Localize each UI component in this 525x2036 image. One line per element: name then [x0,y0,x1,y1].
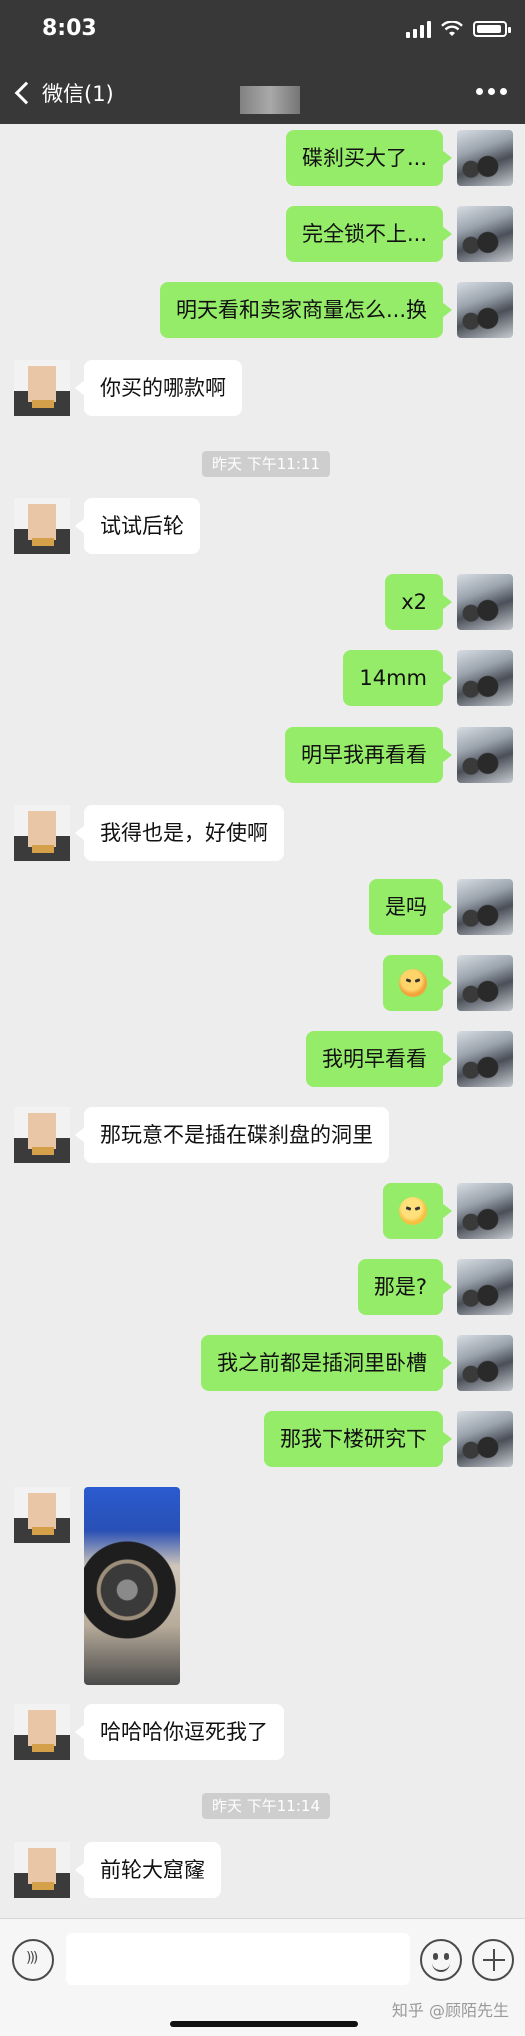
message-bubble-incoming[interactable]: 那玩意不是插在碟刹盘的洞里 [75,1107,389,1163]
frowning-face-emoji [399,1197,427,1225]
status-time: 8:03 [42,16,97,41]
back-button[interactable]: 微信(1) [12,76,114,110]
my-avatar[interactable] [457,1335,513,1391]
message-bubble-outgoing[interactable]: 明天看和卖家商量怎么...换 [159,282,453,338]
message-bubble-incoming[interactable]: 我得也是，好使啊 [75,805,284,861]
message-bubble-outgoing[interactable]: 那是? [357,1259,453,1315]
message-bubble-outgoing[interactable]: 碟刹买大了... [285,130,453,186]
my-avatar[interactable] [457,727,513,783]
message-bubble-outgoing[interactable]: 我之前都是插洞里卧槽 [201,1335,452,1391]
contact-avatar[interactable] [14,1842,70,1898]
message-bubble-outgoing[interactable]: 那我下楼研究下 [264,1411,452,1467]
message-bubble-incoming[interactable]: 哈哈哈你逗死我了 [75,1704,284,1760]
contact-avatar[interactable] [14,1704,70,1760]
my-avatar[interactable] [457,650,513,706]
home-indicator[interactable] [170,2021,358,2027]
more-dots-icon [476,88,483,95]
my-avatar[interactable] [457,1259,513,1315]
message-bubble-incoming[interactable]: 试试后轮 [75,498,200,554]
angry-face-emoji [399,969,427,997]
motorcycle-wheel-photo[interactable] [84,1487,180,1685]
chat-header: 8:03 微信(1) [0,0,525,124]
battery-icon [473,21,511,37]
my-avatar[interactable] [457,130,513,186]
signal-icon [406,20,431,38]
message-bubble-outgoing[interactable]: 14mm [343,650,452,706]
contact-avatar[interactable] [14,360,70,416]
my-avatar[interactable] [457,282,513,338]
contact-avatar[interactable] [14,1487,70,1543]
message-bubble-outgoing[interactable]: 明早我再看看 [285,727,452,783]
chat-title-blurred [240,86,300,114]
back-label: 微信(1) [42,82,114,106]
message-bubble-outgoing[interactable]: x2 [385,574,452,630]
contact-avatar[interactable] [14,1107,70,1163]
wifi-icon [441,21,463,36]
message-timestamp: 昨天 下午11:14 [202,1793,330,1819]
emoji-icon[interactable] [420,1939,462,1981]
message-bubble-outgoing[interactable]: 我明早看看 [306,1031,452,1087]
my-avatar[interactable] [457,574,513,630]
my-avatar[interactable] [457,206,513,262]
status-icons [406,20,511,38]
message-bubble-incoming[interactable]: 你买的哪款啊 [75,360,242,416]
more-button[interactable] [476,88,507,95]
my-avatar[interactable] [457,955,513,1011]
message-bubble-outgoing[interactable] [383,1183,452,1239]
message-input[interactable] [66,1933,410,1985]
my-avatar[interactable] [457,1411,513,1467]
chevron-left-icon [14,81,38,105]
message-bubble-incoming[interactable]: 前轮大窟窿 [75,1842,221,1898]
plus-icon[interactable] [472,1939,514,1981]
contact-avatar[interactable] [14,498,70,554]
watermark: 知乎 @顾陌先生 [391,2001,509,2020]
message-bubble-outgoing[interactable] [383,955,452,1011]
my-avatar[interactable] [457,1031,513,1087]
message-bubble-outgoing[interactable]: 完全锁不上... [285,206,453,262]
input-bar: 知乎 @顾陌先生 [0,1918,525,2036]
my-avatar[interactable] [457,1183,513,1239]
contact-avatar[interactable] [14,805,70,861]
my-avatar[interactable] [457,879,513,935]
status-bar: 8:03 [0,0,525,62]
voice-icon[interactable] [12,1939,54,1981]
nav-bar: 微信(1) [0,62,525,124]
message-bubble-outgoing[interactable]: 是吗 [369,879,452,935]
message-timestamp: 昨天 下午11:11 [202,451,330,477]
